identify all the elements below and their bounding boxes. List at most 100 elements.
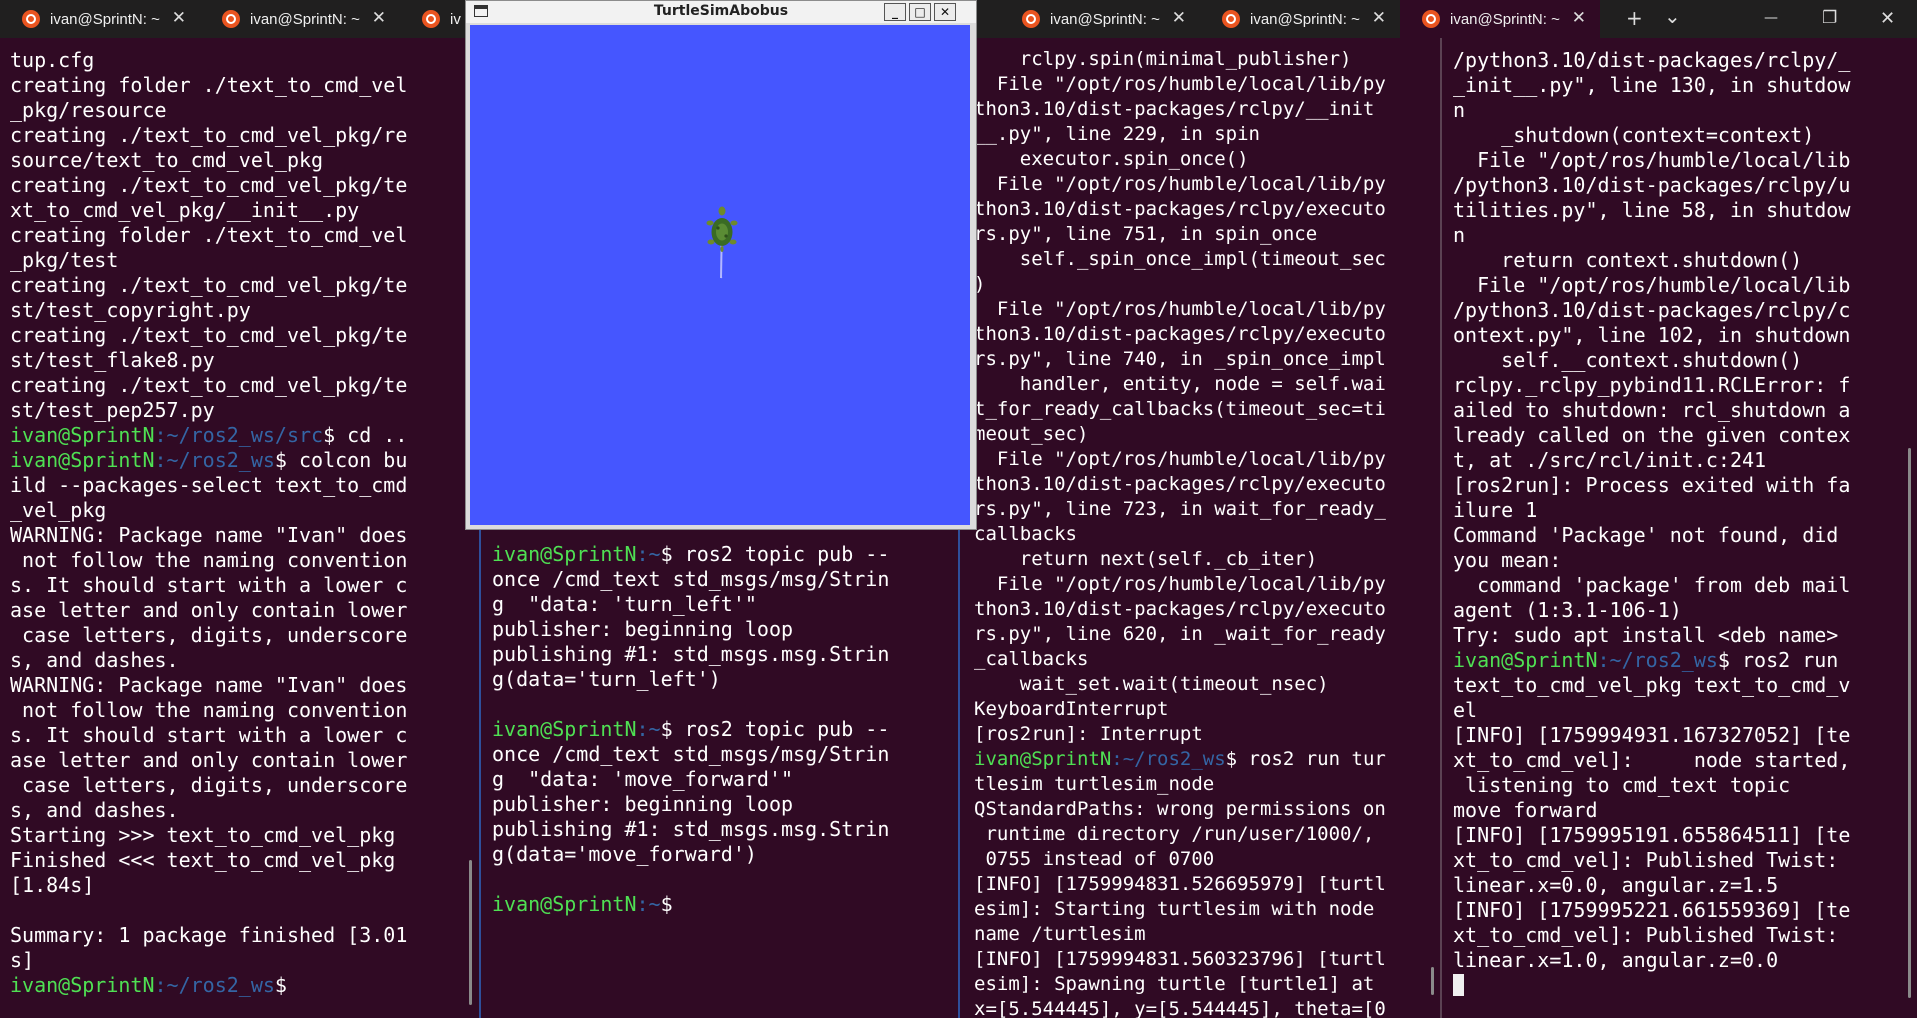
output-line: source/text_to_cmd_vel_pkg xyxy=(10,148,478,173)
output-line: xt_to_cmd_vel]: node started, xyxy=(1453,748,1917,773)
line-text: Starting >>> text_to_cmd_vel_pkg xyxy=(10,823,396,847)
pane-divider[interactable] xyxy=(1440,38,1442,1018)
output-line: _pkg/test xyxy=(10,248,478,273)
close-tab-icon[interactable]: ✕ xyxy=(1572,8,1586,28)
line-text: $ ros2 run xyxy=(1717,648,1839,672)
line-text: publisher: beginning loop xyxy=(492,792,794,816)
line-text: ase letter and only contain lower xyxy=(10,598,408,622)
output-line: thon3.10/dist-packages/rclpy/executo xyxy=(974,198,1440,223)
tab-2[interactable]: ivan@SprintN: ~ ✕ xyxy=(200,0,400,38)
line-text: [ros2run]: Process exited with fa xyxy=(1453,473,1851,497)
line-text: [INFO] [1759994931.167327052] [te xyxy=(1453,723,1851,747)
output-line: [INFO] [1759994831.560323796] [turtl xyxy=(974,948,1440,973)
turtlesim-close-button[interactable]: ✕ xyxy=(934,3,956,21)
output-line: publishing #1: std_msgs.msg.Strin xyxy=(492,642,958,667)
line-text: [INFO] [1759994831.560323796] [turtl xyxy=(974,948,1386,970)
output-line: case letters, digits, underscore xyxy=(10,773,478,798)
terminal-pane-4[interactable]: /python3.10/dist-packages/rclpy/_ _init__… xyxy=(1443,38,1917,1018)
output-line: tup.cfg xyxy=(10,48,478,73)
prompt-path: :~/ros2_ws xyxy=(154,973,275,997)
line-text: rclpy.spin(minimal_publisher) xyxy=(974,48,1352,70)
output-line: not follow the naming convention xyxy=(10,698,478,723)
line-text: meout_sec) xyxy=(974,423,1089,445)
tab-4[interactable]: ivan@SprintN: ~ ✕ xyxy=(1000,0,1200,38)
line-text: $ ros2 topic pub -- xyxy=(660,717,890,741)
output-line: xt_to_cmd_vel_pkg/__init__.py xyxy=(10,198,478,223)
line-text: linear.x=1.0, angular.z=0.0 xyxy=(1453,948,1779,972)
line-text: s. It should start with a lower c xyxy=(10,573,408,597)
line-text: source/text_to_cmd_vel_pkg xyxy=(10,148,324,172)
output-line: [ros2run]: Interrupt xyxy=(974,723,1440,748)
tab-3[interactable]: iv xyxy=(400,0,470,38)
turtlesim-window[interactable]: TurtleSimAbobus _ □ ✕ xyxy=(465,0,977,530)
turtlesim-titlebar[interactable]: TurtleSimAbobus _ □ ✕ xyxy=(466,1,976,23)
scrollbar[interactable] xyxy=(1908,448,1911,998)
tab-5[interactable]: ivan@SprintN: ~ ✕ xyxy=(1200,0,1400,38)
tab-1[interactable]: ivan@SprintN: ~ ✕ xyxy=(0,0,200,38)
output-line: [INFO] [1759994831.526695979] [turtl xyxy=(974,873,1440,898)
line-text: ilure 1 xyxy=(1453,498,1538,522)
prompt-line: ivan@SprintN:~/ros2_ws$ colcon bu xyxy=(10,448,478,473)
prompt-path: :~/ros2_ws xyxy=(1111,748,1226,770)
line-text: _callbacks xyxy=(974,648,1089,670)
prompt-path: :~/ros2_ws/src xyxy=(154,423,324,447)
scrollbar[interactable] xyxy=(469,860,472,1005)
turtlesim-minimize-button[interactable]: _ xyxy=(884,3,906,21)
output-line: el xyxy=(1453,698,1917,723)
maximize-button[interactable]: ❐ xyxy=(1822,8,1837,28)
turtlesim-maximize-button[interactable]: □ xyxy=(909,3,931,21)
line-text: lready called on the given contex xyxy=(1453,423,1851,447)
ubuntu-logo-icon xyxy=(222,10,240,28)
output-line: executor.spin_once() xyxy=(974,148,1440,173)
prompt-user: ivan@SprintN xyxy=(492,717,637,741)
tab-title: ivan@SprintN: ~ xyxy=(1050,10,1160,28)
line-text: _pkg/resource xyxy=(10,98,167,122)
minimize-button[interactable]: — xyxy=(1764,10,1778,26)
output-line: Finished <<< text_to_cmd_vel_pkg xyxy=(10,848,478,873)
output-line: ontext.py", line 102, in shutdown xyxy=(1453,323,1917,348)
close-tab-icon[interactable]: ✕ xyxy=(172,8,186,28)
close-tab-icon[interactable]: ✕ xyxy=(372,8,386,28)
output-line: rclpy._rclpy_pybind11.RCLError: f xyxy=(1453,373,1917,398)
close-tab-icon[interactable]: ✕ xyxy=(1172,8,1186,28)
tab-6-active[interactable]: ivan@SprintN: ~ ✕ xyxy=(1400,0,1600,38)
line-text: runtime directory /run/user/1000/, xyxy=(974,823,1375,845)
tab-title: iv xyxy=(450,10,461,28)
line-text: st/test_flake8.py xyxy=(10,348,215,372)
line-text: s, and dashes. xyxy=(10,648,179,672)
output-line: runtime directory /run/user/1000/, xyxy=(974,823,1440,848)
new-tab-button[interactable]: + xyxy=(1626,6,1643,30)
terminal-pane-1[interactable]: tup.cfg creating folder ./text_to_cmd_vel… xyxy=(0,38,478,1018)
output-line: ase letter and only contain lower xyxy=(10,598,478,623)
line-text: creating folder ./text_to_cmd_vel xyxy=(10,73,408,97)
tab-menu-button[interactable]: ⌄ xyxy=(1664,4,1681,28)
prompt-path: :~/ros2_ws xyxy=(1597,648,1718,672)
output-line: g(data='turn_left') xyxy=(492,667,958,692)
close-window-button[interactable]: ✕ xyxy=(1880,8,1895,29)
output-line: rs.py", line 620, in _wait_for_ready xyxy=(974,623,1440,648)
line-text: Try: sudo apt install <deb name> xyxy=(1453,623,1839,647)
output-line: /python3.10/dist-packages/rclpy/c xyxy=(1453,298,1917,323)
tab-title: ivan@SprintN: ~ xyxy=(1450,10,1560,28)
line-text: Command 'Package' not found, did xyxy=(1453,523,1839,547)
prompt-path: :~ xyxy=(636,892,661,916)
close-tab-icon[interactable]: ✕ xyxy=(1372,8,1386,28)
output-line: creating folder ./text_to_cmd_vel xyxy=(10,73,478,98)
terminal-pane-3[interactable]: rclpy.spin(minimal_publisher) File "/opt… xyxy=(961,38,1440,1018)
line-text: Summary: 1 package finished [3.01 xyxy=(10,923,408,947)
output-line: s. It should start with a lower c xyxy=(10,723,478,748)
line-text: creating ./text_to_cmd_vel_pkg/te xyxy=(10,173,408,197)
tab-title: ivan@SprintN: ~ xyxy=(250,10,360,28)
ubuntu-logo-icon xyxy=(1222,10,1240,28)
output-line: [INFO] [1759994931.167327052] [te xyxy=(1453,723,1917,748)
line-text: n xyxy=(1453,223,1466,247)
scrollbar[interactable] xyxy=(1431,967,1434,995)
output-line: you mean: xyxy=(1453,548,1917,573)
output-line: move forward xyxy=(1453,798,1917,823)
output-line: g "data: 'move_forward'" xyxy=(492,767,958,792)
output-line: x=[5.544445], y=[5.544445], theta=[0 xyxy=(974,998,1440,1018)
line-text: creating ./text_to_cmd_vel_pkg/re xyxy=(10,123,408,147)
prompt-path: :~ xyxy=(636,717,661,741)
